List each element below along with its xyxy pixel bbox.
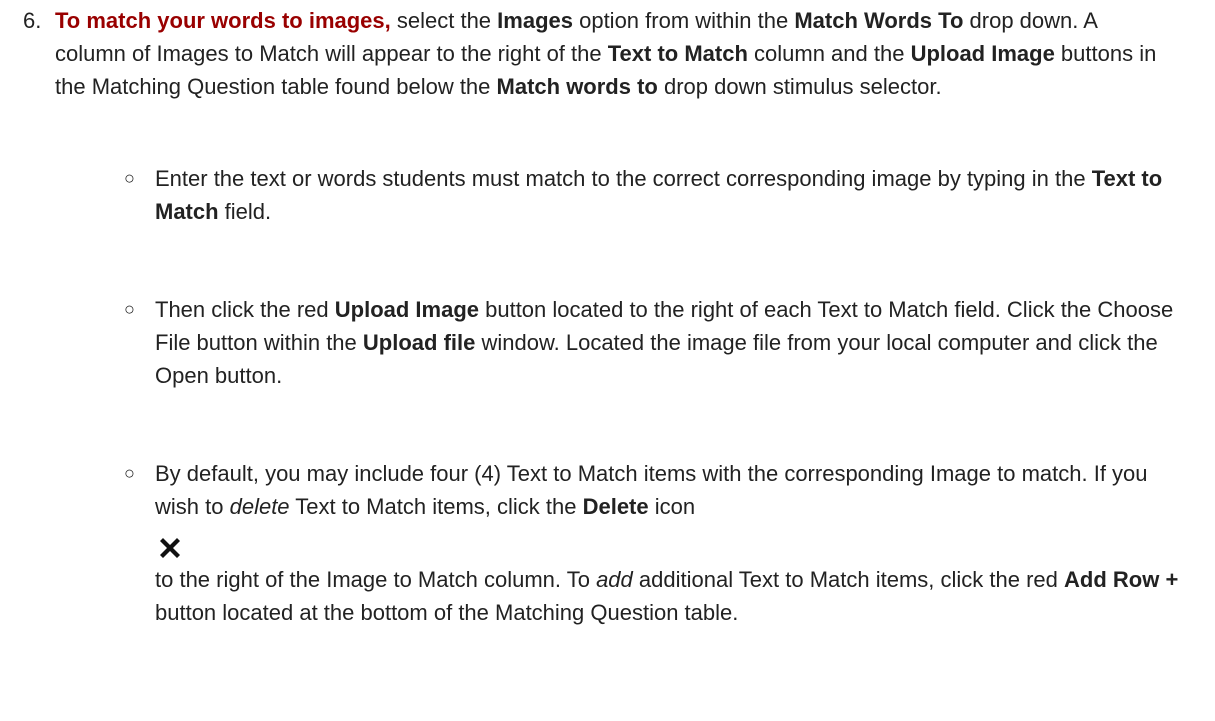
bullet-mark: ○ bbox=[124, 463, 135, 483]
delete-x-icon bbox=[160, 538, 180, 558]
step-text-6: drop down stimulus selector. bbox=[657, 74, 942, 99]
upload-file-label: Upload file bbox=[362, 330, 476, 355]
bullet-text-6: button located at the bottom of the Matc… bbox=[155, 600, 739, 625]
bullet-text-5: additional Text to Match items, click th… bbox=[632, 567, 1065, 592]
step-text-1: select the bbox=[390, 8, 498, 33]
bullet-text: Enter the text or words students must ma… bbox=[155, 162, 1195, 228]
bullet-text-1: Enter the text or words students must ma… bbox=[155, 166, 1092, 191]
bullet-text-2: Text to Match items, click the bbox=[289, 494, 583, 519]
images-option-label: Images bbox=[497, 8, 573, 33]
bullet-text-4: to the right of the Image to Match colum… bbox=[155, 567, 597, 592]
bullet-text-3: icon bbox=[648, 494, 696, 519]
match-words-to-label: Match Words To bbox=[794, 8, 964, 33]
bullet-mark: ○ bbox=[124, 168, 135, 188]
match-words-to-selector-label: Match words to bbox=[496, 74, 658, 99]
delete-label: Delete bbox=[582, 494, 649, 519]
upload-image-label: Upload Image bbox=[910, 41, 1055, 66]
upload-image-label: Upload Image bbox=[334, 297, 479, 322]
bullet-text: By default, you may include four (4) Tex… bbox=[155, 457, 1195, 629]
add-row-label: Add Row + bbox=[1064, 567, 1179, 592]
text-to-match-label: Text to Match bbox=[607, 41, 748, 66]
bullet-mark: ○ bbox=[124, 299, 135, 319]
bullet-text: Then click the red Upload Image button l… bbox=[155, 293, 1195, 392]
step-text-2: option from within the bbox=[572, 8, 795, 33]
step-paragraph: To match your words to images, select th… bbox=[55, 4, 1165, 103]
bullet-text-2: field. bbox=[218, 199, 272, 224]
bullet-text-1: Then click the red bbox=[155, 297, 335, 322]
add-emphasis: add bbox=[596, 567, 633, 592]
step-lead: To match your words to images, bbox=[55, 8, 391, 33]
delete-emphasis: delete bbox=[229, 494, 290, 519]
step-text-4: column and the bbox=[747, 41, 911, 66]
step-number: 6. bbox=[23, 8, 42, 33]
